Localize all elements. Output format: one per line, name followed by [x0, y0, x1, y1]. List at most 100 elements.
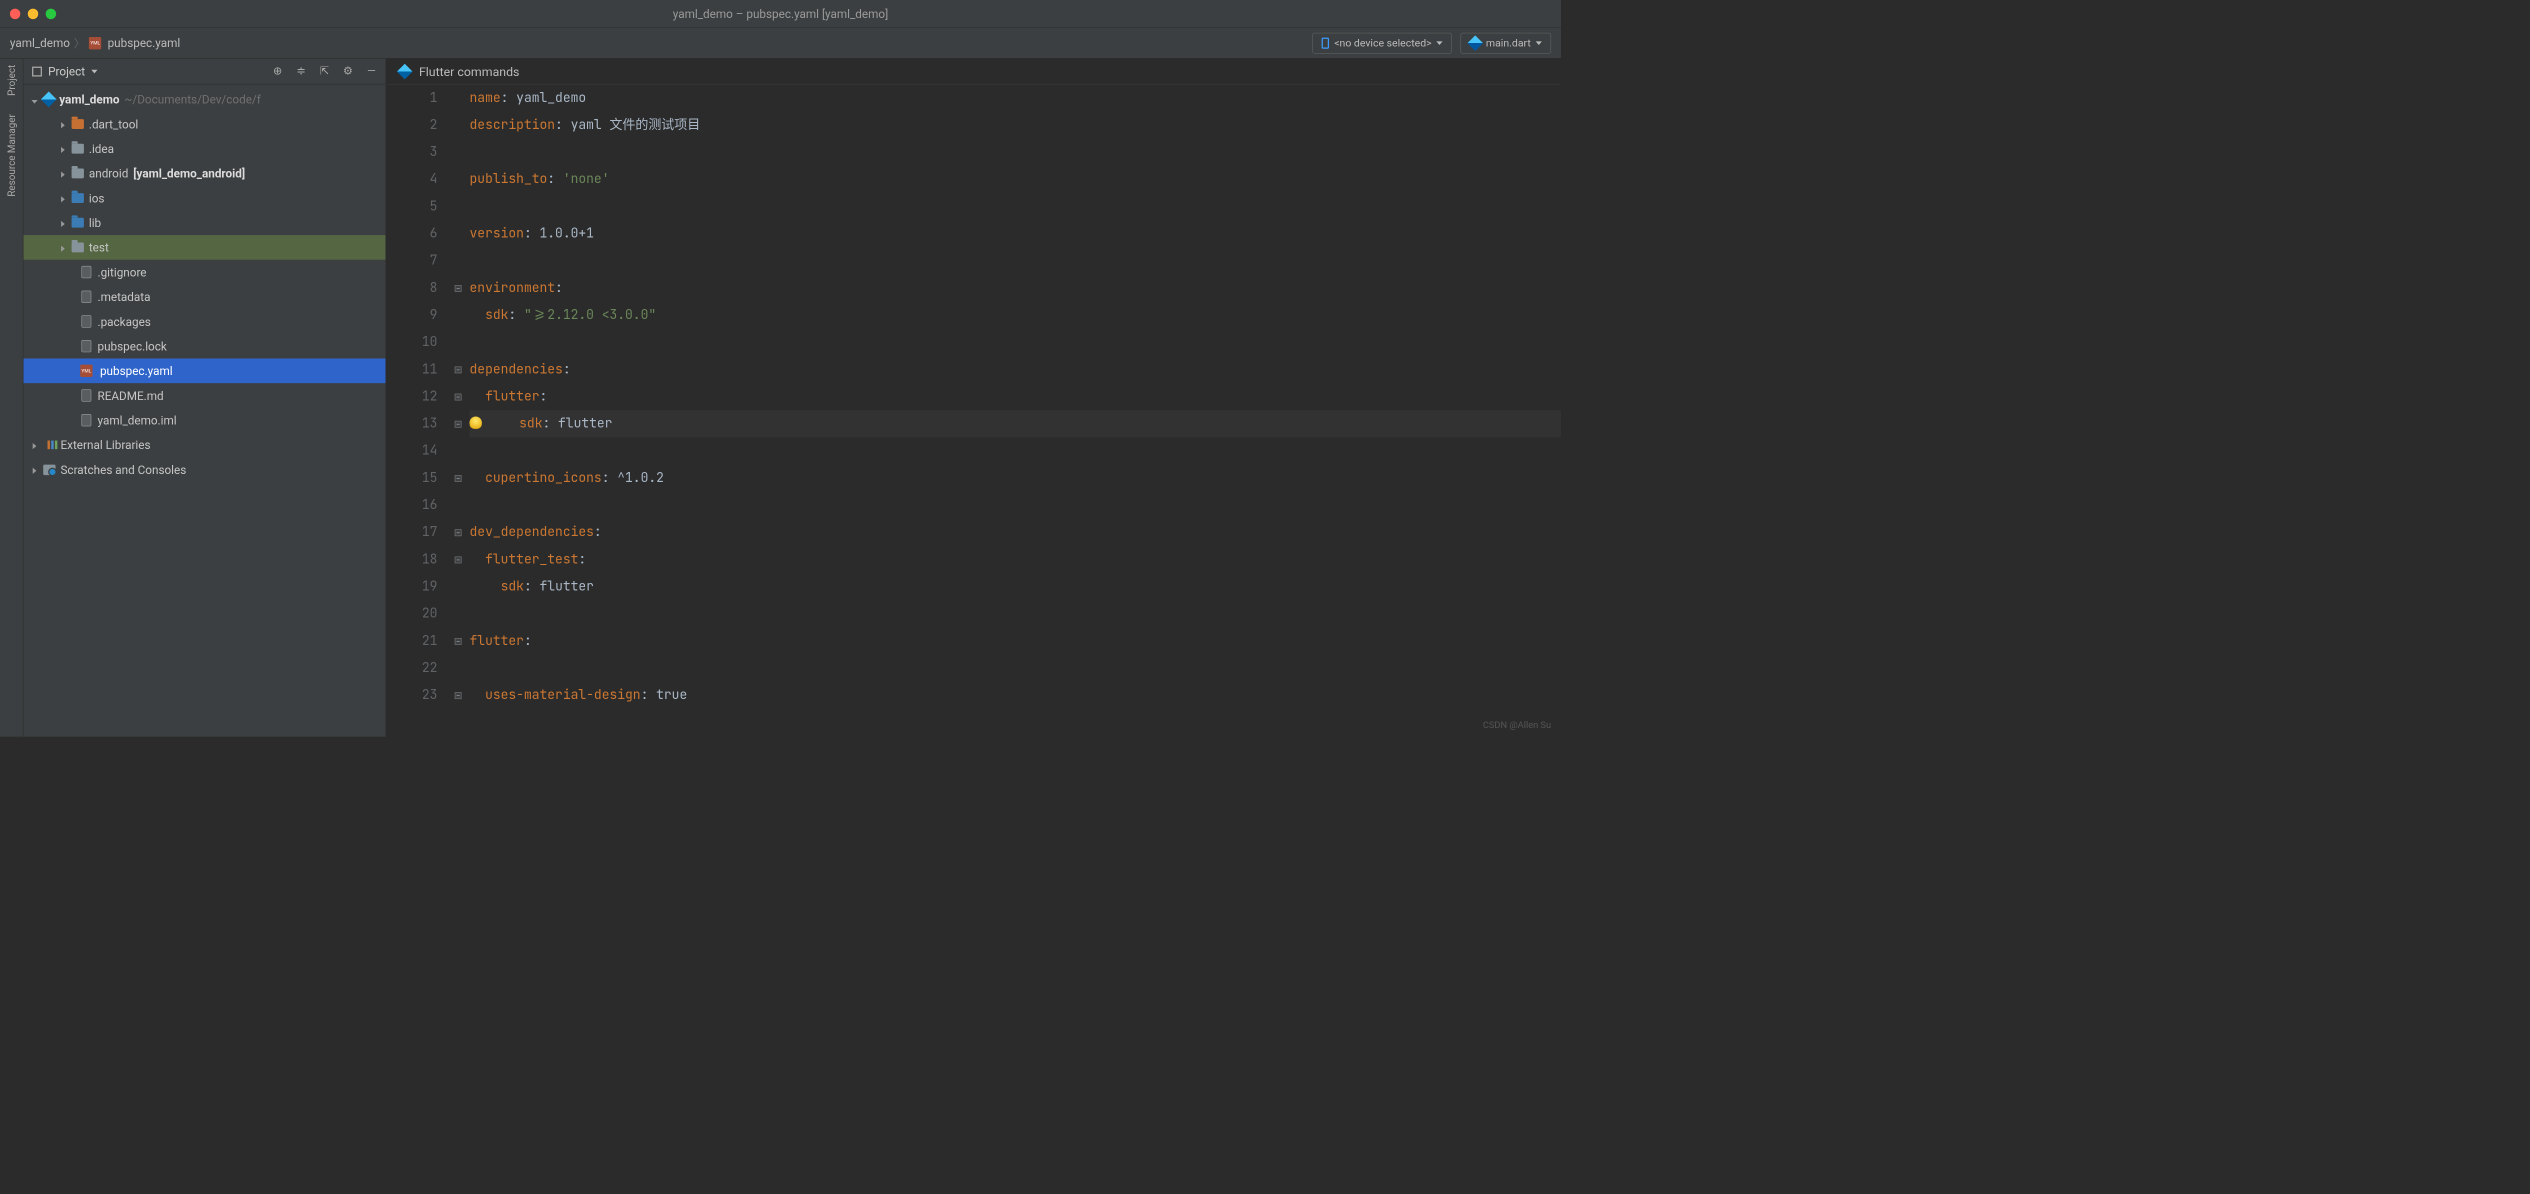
- arrow-right-icon[interactable]: [59, 142, 66, 156]
- project-panel-title[interactable]: Project: [48, 64, 85, 78]
- line-number[interactable]: 2: [386, 112, 438, 139]
- code-line[interactable]: dependencies:: [470, 356, 1561, 383]
- tree-root[interactable]: yaml_demo ~/Documents/Dev/code/f: [23, 87, 385, 112]
- code-editor[interactable]: 1234567891011121314151617181920212223 na…: [386, 85, 1561, 737]
- maximize-window-button[interactable]: [46, 8, 56, 18]
- chevron-down-icon[interactable]: [91, 69, 97, 73]
- line-number[interactable]: 11: [386, 356, 438, 383]
- tree-file[interactable]: pubspec.lock: [23, 334, 385, 359]
- tree-folder[interactable]: ios: [23, 186, 385, 211]
- tree-folder[interactable]: lib: [23, 210, 385, 235]
- resource-manager-tool-tab[interactable]: Resource Manager: [6, 114, 18, 197]
- collapse-all-icon[interactable]: ⇱: [319, 66, 330, 77]
- tree-folder[interactable]: android [yaml_demo_android]: [23, 161, 385, 186]
- run-config-selector[interactable]: main.dart: [1461, 32, 1552, 53]
- fold-marker-icon[interactable]: [454, 475, 461, 482]
- code-line[interactable]: [470, 655, 1561, 682]
- code-line[interactable]: dev_dependencies:: [470, 519, 1561, 546]
- gear-icon[interactable]: ⚙: [342, 66, 353, 77]
- line-number[interactable]: 3: [386, 139, 438, 166]
- line-number[interactable]: 17: [386, 519, 438, 546]
- line-number[interactable]: 4: [386, 166, 438, 193]
- expand-all-icon[interactable]: ≑: [296, 66, 307, 77]
- line-number[interactable]: 6: [386, 220, 438, 247]
- tree-folder[interactable]: .idea: [23, 136, 385, 161]
- tree-external-libs[interactable]: External Libraries: [23, 433, 385, 458]
- locate-icon[interactable]: ⊕: [272, 66, 283, 77]
- tree-scratches[interactable]: Scratches and Consoles: [23, 457, 385, 482]
- tree-file[interactable]: yaml_demo.iml: [23, 408, 385, 433]
- fold-marker-icon[interactable]: [454, 556, 461, 563]
- code-line[interactable]: [470, 139, 1561, 166]
- arrow-down-icon[interactable]: [31, 92, 38, 106]
- device-selector[interactable]: <no device selected>: [1313, 32, 1452, 53]
- line-number[interactable]: 15: [386, 465, 438, 492]
- tree-file[interactable]: YMLpubspec.yaml: [23, 358, 385, 383]
- tree-file[interactable]: .metadata: [23, 284, 385, 309]
- code-line[interactable]: flutter:: [470, 627, 1561, 654]
- fold-marker-icon[interactable]: [454, 393, 461, 400]
- line-number[interactable]: 10: [386, 329, 438, 356]
- tree-file[interactable]: README.md: [23, 383, 385, 408]
- line-number[interactable]: 13: [386, 410, 438, 437]
- code-line[interactable]: [470, 193, 1561, 220]
- arrow-right-icon[interactable]: [59, 191, 66, 205]
- tree-file[interactable]: .gitignore: [23, 260, 385, 285]
- fold-marker-icon[interactable]: [454, 420, 461, 427]
- tree-folder[interactable]: .dart_tool: [23, 112, 385, 137]
- breadcrumb-project[interactable]: yaml_demo: [10, 36, 70, 50]
- code-line[interactable]: [470, 437, 1561, 464]
- arrow-right-icon[interactable]: [31, 462, 38, 476]
- breadcrumb-file[interactable]: pubspec.yaml: [108, 36, 181, 50]
- line-number[interactable]: 23: [386, 682, 438, 709]
- code-line[interactable]: sdk: flutter: [470, 410, 1561, 437]
- code-line[interactable]: flutter_test:: [470, 546, 1561, 573]
- code-line[interactable]: name: yaml_demo: [470, 85, 1561, 112]
- fold-marker-icon[interactable]: [454, 638, 461, 645]
- line-number[interactable]: 8: [386, 275, 438, 302]
- code-line[interactable]: [470, 247, 1561, 274]
- tree-folder[interactable]: test: [23, 235, 385, 260]
- close-window-button[interactable]: [10, 8, 20, 18]
- code-line[interactable]: [470, 600, 1561, 627]
- fold-marker-icon[interactable]: [454, 529, 461, 536]
- editor-notification-bar[interactable]: Flutter commands: [386, 59, 1561, 85]
- fold-marker-icon[interactable]: [454, 285, 461, 292]
- line-number[interactable]: 19: [386, 573, 438, 600]
- line-number[interactable]: 21: [386, 627, 438, 654]
- line-number[interactable]: 14: [386, 437, 438, 464]
- hide-panel-icon[interactable]: —: [366, 66, 377, 77]
- line-number[interactable]: 22: [386, 655, 438, 682]
- arrow-right-icon[interactable]: [59, 216, 66, 230]
- tree-file[interactable]: .packages: [23, 309, 385, 334]
- arrow-right-icon[interactable]: [31, 438, 38, 452]
- code-line[interactable]: [470, 492, 1561, 519]
- line-number[interactable]: 20: [386, 600, 438, 627]
- minimize-window-button[interactable]: [28, 8, 38, 18]
- code-line[interactable]: environment:: [470, 275, 1561, 302]
- line-number[interactable]: 9: [386, 302, 438, 329]
- line-number[interactable]: 12: [386, 383, 438, 410]
- code-line[interactable]: description: yaml 文件的测试项目: [470, 112, 1561, 139]
- fold-marker-icon[interactable]: [454, 366, 461, 373]
- arrow-right-icon[interactable]: [59, 240, 66, 254]
- fold-marker-icon[interactable]: [454, 692, 461, 699]
- code-line[interactable]: sdk: flutter: [470, 573, 1561, 600]
- line-number[interactable]: 1: [386, 85, 438, 112]
- code-content[interactable]: name: yaml_demodescription: yaml 文件的测试项目…: [463, 85, 1561, 737]
- code-line[interactable]: sdk: ">=2.12.0 <3.0.0": [470, 302, 1561, 329]
- lightbulb-icon[interactable]: [470, 416, 482, 428]
- line-number[interactable]: 7: [386, 247, 438, 274]
- arrow-right-icon[interactable]: [59, 166, 66, 180]
- code-line[interactable]: cupertino_icons: ^1.0.2: [470, 465, 1561, 492]
- project-tool-tab[interactable]: Project: [6, 65, 18, 96]
- code-line[interactable]: uses-material-design: true: [470, 682, 1561, 709]
- code-line[interactable]: [470, 329, 1561, 356]
- code-line[interactable]: version: 1.0.0+1: [470, 220, 1561, 247]
- line-number[interactable]: 16: [386, 492, 438, 519]
- code-line[interactable]: publish_to: 'none': [470, 166, 1561, 193]
- line-number[interactable]: 18: [386, 546, 438, 573]
- line-number[interactable]: 5: [386, 193, 438, 220]
- arrow-right-icon[interactable]: [59, 117, 66, 131]
- code-line[interactable]: flutter:: [470, 383, 1561, 410]
